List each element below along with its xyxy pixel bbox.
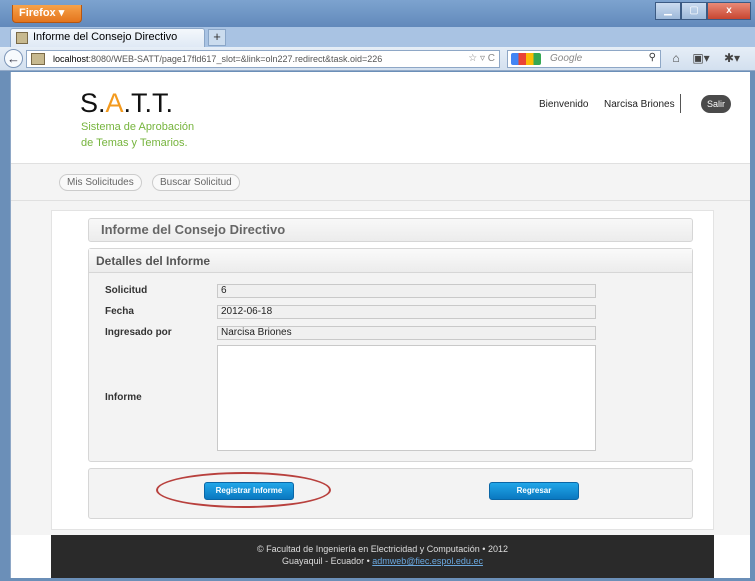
footer-location: Guayaquil - Ecuador • admweb@fiec.espol.…	[51, 555, 714, 567]
logo-subtitle: Sistema de Aprobación de Temas y Temario…	[81, 119, 194, 151]
site-identity-icon	[31, 53, 45, 65]
home-icon[interactable]: ⌂	[665, 50, 687, 68]
url-bar[interactable]: localhost:8080/WEB-SATT/page17fld617_slo…	[26, 50, 500, 68]
ingresado-por-label: Ingresado por	[105, 327, 172, 338]
fecha-label: Fecha	[105, 306, 134, 317]
close-window-button[interactable]: x	[707, 2, 751, 20]
firefox-menu-label: Firefox	[19, 7, 56, 19]
firefox-menu-button[interactable]: Firefox ▾	[12, 5, 82, 23]
registrar-informe-button[interactable]: Registrar Informe	[204, 482, 294, 500]
window-controls: ▁ ▢ x	[655, 2, 751, 20]
logo-prefix: S.	[80, 88, 106, 118]
tab-strip: Informe del Consejo Directivo +	[0, 27, 755, 47]
url-path: :8080/WEB-SATT/page17fld617_slot=&link=o…	[88, 54, 383, 64]
fecha-value: 2012-06-18	[217, 305, 596, 319]
back-button[interactable]: ←	[4, 49, 23, 68]
browser-tab[interactable]: Informe del Consejo Directivo	[10, 28, 205, 47]
actions-bar: Registrar Informe Regresar	[88, 468, 693, 519]
welcome-text: Bienvenido	[539, 99, 589, 110]
user-name: Narcisa Briones	[604, 99, 675, 110]
footer-email-link[interactable]: admweb@fiec.espol.edu.ec	[372, 556, 483, 566]
navigation-toolbar: ← localhost:8080/WEB-SATT/page17fld617_s…	[0, 47, 755, 71]
minimize-button[interactable]: ▁	[655, 2, 681, 20]
informe-label: Informe	[105, 392, 142, 403]
page-title: Informe del Consejo Directivo	[88, 218, 693, 242]
informe-textarea[interactable]	[217, 345, 596, 451]
ingresado-por-value: Narcisa Briones	[217, 326, 596, 340]
site-logo: S.A.T.T.	[80, 88, 173, 119]
solicitud-value: 6	[217, 284, 596, 298]
logo-suffix: .T.T.	[123, 88, 174, 118]
addon-icon[interactable]: ✱▾	[721, 50, 743, 68]
window-titlebar: Firefox ▾ ▁ ▢ x	[0, 0, 755, 27]
nav-buscar-solicitud[interactable]: Buscar Solicitud	[152, 174, 240, 191]
bookmarks-icon[interactable]: ▣▾	[690, 50, 712, 68]
nav-mis-solicitudes[interactable]: Mis Solicitudes	[59, 174, 142, 191]
logo-subtitle-line1: Sistema de Aprobación	[81, 121, 195, 133]
search-icon[interactable]: ⚲	[649, 52, 656, 63]
search-placeholder: Google	[550, 53, 583, 64]
logo-accent: A	[105, 88, 124, 118]
footer-copyright: © Facultad de Ingeniería en Electricidad…	[257, 544, 508, 554]
url-controls[interactable]: ☆ ▿ C	[468, 53, 495, 64]
page-favicon-icon	[16, 32, 28, 44]
logout-button[interactable]: Salir	[701, 95, 731, 113]
regresar-button[interactable]: Regresar	[489, 482, 579, 500]
details-panel: Detalles del Informe Solicitud 6 Fecha 2…	[88, 248, 693, 462]
new-tab-button[interactable]: +	[208, 29, 226, 46]
maximize-button[interactable]: ▢	[681, 2, 707, 20]
solicitud-label: Solicitud	[105, 285, 148, 296]
logo-subtitle-line2: de Temas y Temarios.	[81, 137, 188, 149]
search-bar[interactable]: Google ⚲	[507, 50, 661, 68]
sub-navigation: Mis Solicitudes Buscar Solicitud	[11, 163, 750, 201]
site-header: S.A.T.T. Sistema de Aprobación de Temas …	[11, 72, 750, 163]
google-logo-icon	[511, 53, 541, 65]
details-title: Detalles del Informe	[89, 249, 692, 273]
header-divider	[680, 94, 681, 113]
footer-location-text: Guayaquil - Ecuador •	[282, 556, 373, 566]
url-host: localhost	[53, 54, 89, 64]
page-viewport: S.A.T.T. Sistema de Aprobación de Temas …	[10, 72, 750, 578]
site-footer: © Facultad de Ingeniería en Electricidad…	[51, 535, 714, 578]
tab-title: Informe del Consejo Directivo	[33, 31, 178, 43]
